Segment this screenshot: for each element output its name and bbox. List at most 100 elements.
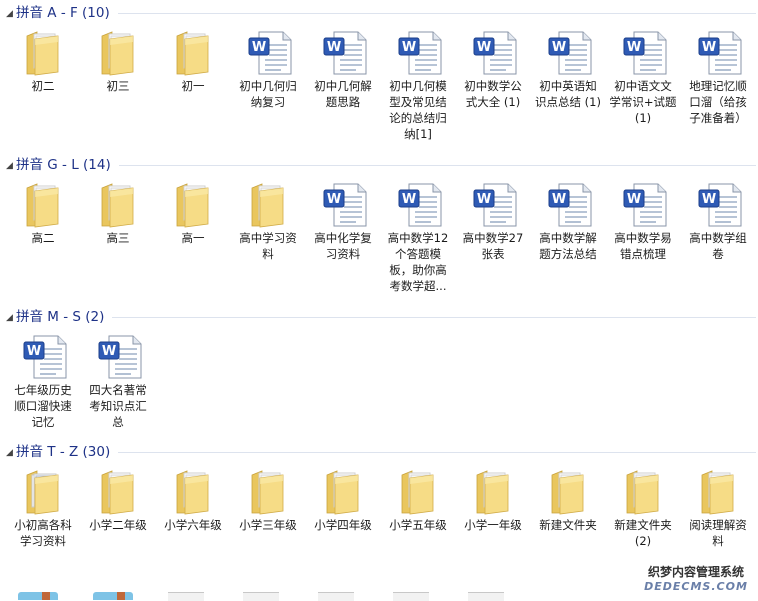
document-item[interactable]: W 初中语文文学常识+试题 (1) [606, 28, 680, 126]
group-title[interactable]: ◢ 拼音 T - Z (30) [6, 443, 115, 462]
folder-item[interactable]: 初三 [81, 28, 155, 94]
item-label: 小学一年级 [464, 518, 522, 532]
collapse-chevron-icon[interactable]: ◢ [6, 444, 14, 462]
item-label: 高中数学易错点梳理 [614, 231, 672, 261]
document-item[interactable]: W 四大名著常考知识点汇总 [81, 332, 155, 430]
item-label: 小学三年级 [239, 518, 297, 532]
group-header[interactable]: ◢ 拼音 A - F (10) [0, 4, 758, 22]
folder-item[interactable]: 小学五年级 [381, 467, 455, 533]
word-document-icon: W [398, 31, 442, 75]
collapse-chevron-icon[interactable]: ◢ [6, 157, 14, 175]
group-title-text: 拼音 A - F (10) [16, 5, 110, 21]
word-document-icon: W [98, 335, 142, 379]
svg-text:W: W [327, 40, 341, 55]
word-document-icon: W [473, 31, 517, 75]
group-header[interactable]: ◢ 拼音 G - L (14) [0, 156, 758, 174]
folder-icon [251, 470, 284, 515]
svg-text:W: W [477, 40, 491, 55]
group-header[interactable]: ◢ 拼音 T - Z (30) [0, 443, 758, 461]
group-title[interactable]: ◢ 拼音 A - F (10) [6, 4, 114, 22]
document-item[interactable]: W 初中数学公式大全 (1) [456, 28, 530, 110]
document-item[interactable]: W 初中几何模型及常见结论的总结归纳[1] [381, 28, 455, 142]
item-label: 高中数学组卷 [689, 231, 747, 261]
document-item[interactable]: W 地理记忆顺口溜（给孩子准备着） [681, 28, 755, 126]
document-item[interactable]: W 高中数学易错点梳理 [606, 180, 680, 262]
item-label: 初中语文文学常识+试题 (1) [609, 79, 677, 125]
folder-icon [26, 31, 59, 76]
folder-item[interactable]: 初二 [6, 28, 80, 94]
folder-item[interactable]: 新建文件夹 [531, 467, 605, 533]
folder-item[interactable]: 初一 [156, 28, 230, 94]
document-item[interactable]: W 高中数学27张表 [456, 180, 530, 262]
folder-icon [251, 183, 284, 228]
folder-icon [326, 470, 359, 515]
svg-text:W: W [402, 192, 416, 207]
group-divider [118, 452, 756, 453]
folder-icon [551, 470, 584, 515]
folder-item[interactable]: 小学四年级 [306, 467, 380, 533]
folder-icon [101, 470, 134, 515]
item-label: 七年级历史顺口溜快速记忆 [14, 383, 72, 429]
folder-icon [26, 470, 59, 515]
item-label: 高一 [181, 231, 205, 245]
document-item[interactable]: W 七年级历史顺口溜快速记忆 [6, 332, 80, 430]
folder-item[interactable]: 高一 [156, 180, 230, 246]
svg-text:W: W [702, 40, 716, 55]
group-title-text: 拼音 M - S (2) [16, 309, 105, 325]
partial-icon [93, 592, 133, 600]
document-item[interactable]: W 初中几何解题思路 [306, 28, 380, 110]
item-label: 小初高各科学习资料 [14, 518, 72, 548]
group-divider [117, 13, 756, 14]
item-label: 初中几何解题思路 [314, 79, 372, 109]
collapse-chevron-icon[interactable]: ◢ [6, 309, 14, 327]
svg-text:W: W [627, 192, 641, 207]
svg-text:W: W [627, 40, 641, 55]
folder-item[interactable]: 高三 [81, 180, 155, 246]
folder-item[interactable]: 小学三年级 [231, 467, 305, 533]
folder-icon [626, 470, 659, 515]
folder-icon [176, 470, 209, 515]
item-label: 新建文件夹 (2) [614, 518, 672, 548]
watermark-line2: DEDECMS.COM [644, 580, 748, 593]
folder-item[interactable]: 小初高各科学习资料 [6, 467, 80, 549]
folder-item[interactable]: 新建文件夹 (2) [606, 467, 680, 549]
word-document-icon: W [323, 183, 367, 227]
folder-item[interactable]: 小学一年级 [456, 467, 530, 533]
watermark-line1: 织梦内容管理系统 [647, 565, 744, 579]
group-header[interactable]: ◢ 拼音 M - S (2) [0, 308, 758, 326]
group-title[interactable]: ◢ 拼音 M - S (2) [6, 308, 109, 327]
group-divider [112, 317, 756, 318]
folder-item[interactable]: 高二 [6, 180, 80, 246]
item-label: 初一 [181, 79, 205, 93]
group-title[interactable]: ◢ 拼音 G - L (14) [6, 156, 115, 174]
svg-text:W: W [252, 40, 266, 55]
document-item[interactable]: W 高中化学复习资料 [306, 180, 380, 262]
item-label: 阅读理解资料 [689, 518, 747, 548]
collapse-chevron-icon[interactable]: ◢ [6, 5, 14, 23]
item-label: 初三 [106, 79, 130, 93]
document-item[interactable]: W 初中英语知识点总结 (1) [531, 28, 605, 110]
folder-item[interactable]: 小学六年级 [156, 467, 230, 533]
word-document-icon: W [323, 31, 367, 75]
word-document-icon: W [623, 183, 667, 227]
folder-item[interactable]: 小学二年级 [81, 467, 155, 533]
item-label: 高中数学12个答题模板，助你高考数学超... [387, 231, 449, 293]
document-item[interactable]: W 高中数学12个答题模板，助你高考数学超... [381, 180, 455, 294]
svg-text:W: W [327, 192, 341, 207]
document-item[interactable]: W 高中数学组卷 [681, 180, 755, 262]
item-label: 高三 [106, 231, 130, 245]
word-document-icon: W [548, 183, 592, 227]
svg-text:W: W [552, 40, 566, 55]
svg-text:W: W [552, 192, 566, 207]
watermark: 织梦内容管理系统 DEDECMS.COM [640, 564, 752, 598]
document-item[interactable]: W 初中几何归纳复习 [231, 28, 305, 110]
folder-item[interactable]: 阅读理解资料 [681, 467, 755, 549]
item-label: 四大名著常考知识点汇总 [89, 383, 147, 429]
folder-item[interactable]: 高中学习资料 [231, 180, 305, 262]
document-item[interactable]: W 高中数学解题方法总结 [531, 180, 605, 262]
word-document-icon: W [548, 31, 592, 75]
word-document-icon: W [623, 31, 667, 75]
folder-icon [101, 31, 134, 76]
word-document-icon: W [473, 183, 517, 227]
group-title-text: 拼音 G - L (14) [16, 157, 111, 173]
